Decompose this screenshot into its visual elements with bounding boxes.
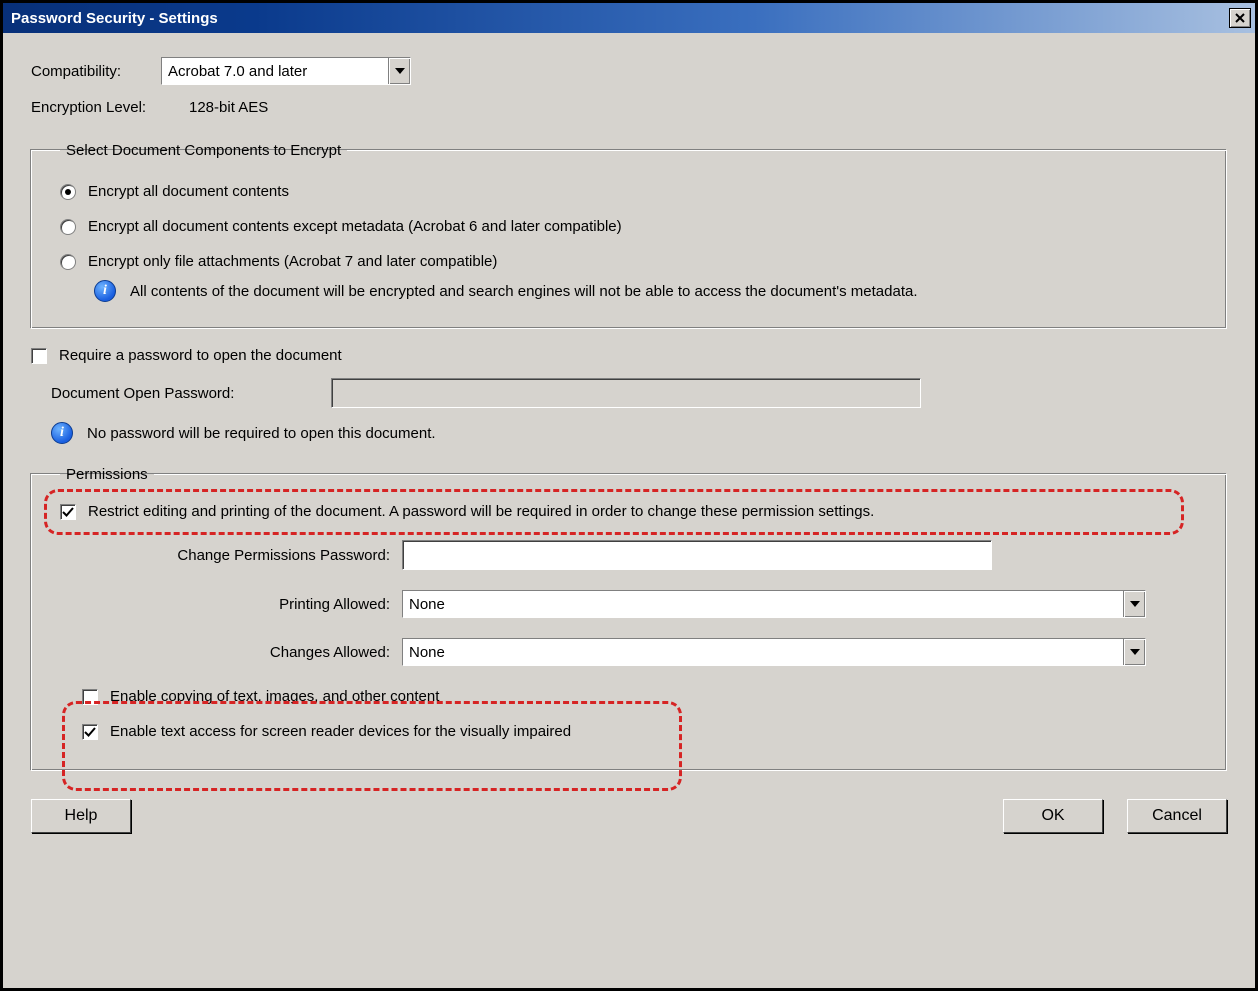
radio-icon — [60, 219, 76, 235]
checkbox-icon — [82, 689, 98, 705]
changes-allowed-row: Changes Allowed: None — [60, 638, 1206, 666]
dropdown-arrow-icon — [1123, 639, 1145, 665]
encrypt-components-group: Select Document Components to Encrypt En… — [31, 142, 1227, 329]
printing-allowed-label: Printing Allowed: — [60, 596, 402, 613]
printing-allowed-row: Printing Allowed: None — [60, 590, 1206, 618]
encrypt-all-radio-row[interactable]: Encrypt all document contents — [60, 183, 1206, 200]
encrypt-components-legend: Select Document Components to Encrypt — [60, 142, 347, 159]
enable-copying-checkbox[interactable]: Enable copying of text, images, and othe… — [82, 688, 1206, 705]
help-button-label: Help — [65, 807, 98, 825]
checkbox-icon — [82, 724, 98, 740]
compatibility-value: Acrobat 7.0 and later — [162, 63, 388, 80]
encrypt-attachments-radio-row[interactable]: Encrypt only file attachments (Acrobat 7… — [60, 253, 1206, 270]
encrypt-info-row: i All contents of the document will be e… — [94, 280, 1206, 302]
radio-icon — [60, 184, 76, 200]
restrict-editing-label: Restrict editing and printing of the doc… — [88, 503, 874, 520]
permissions-legend: Permissions — [60, 466, 154, 483]
changes-allowed-select[interactable]: None — [402, 638, 1146, 666]
compatibility-row: Compatibility: Acrobat 7.0 and later — [31, 57, 1227, 85]
document-open-password-input[interactable] — [331, 378, 921, 408]
change-permissions-password-label: Change Permissions Password: — [60, 547, 402, 564]
open-password-info-text: No password will be required to open thi… — [87, 425, 436, 442]
permissions-group: Permissions Restrict editing and printin… — [31, 466, 1227, 771]
require-open-password-checkbox[interactable]: Require a password to open the document — [31, 347, 1227, 364]
encryption-level-label: Encryption Level: — [31, 99, 189, 116]
cancel-button-label: Cancel — [1152, 807, 1202, 825]
window-title: Password Security - Settings — [11, 10, 218, 27]
encryption-level-row: Encryption Level: 128-bit AES — [31, 99, 1227, 116]
open-password-info-row: i No password will be required to open t… — [51, 422, 1227, 444]
dropdown-arrow-icon — [388, 58, 410, 84]
highlight-enable-options — [62, 701, 682, 791]
enable-screenreader-checkbox[interactable]: Enable text access for screen reader dev… — [82, 723, 1206, 740]
encrypt-info-text: All contents of the document will be enc… — [130, 283, 918, 300]
encryption-level-value: 128-bit AES — [189, 99, 268, 116]
dropdown-arrow-icon — [1123, 591, 1145, 617]
require-open-password-label: Require a password to open the document — [59, 347, 342, 364]
help-button[interactable]: Help — [31, 799, 131, 833]
compatibility-select[interactable]: Acrobat 7.0 and later — [161, 57, 411, 85]
close-icon — [1235, 13, 1245, 23]
changes-allowed-value: None — [403, 644, 1123, 661]
button-bar: Help OK Cancel — [31, 799, 1227, 833]
restrict-editing-checkbox[interactable]: Restrict editing and printing of the doc… — [60, 503, 1206, 520]
ok-button[interactable]: OK — [1003, 799, 1103, 833]
encrypt-attachments-label: Encrypt only file attachments (Acrobat 7… — [88, 253, 497, 270]
titlebar: Password Security - Settings — [3, 3, 1255, 33]
document-open-password-label: Document Open Password: — [51, 385, 331, 402]
close-button[interactable] — [1229, 8, 1251, 28]
info-icon: i — [51, 422, 73, 444]
password-security-settings-dialog: Password Security - Settings Compatibili… — [0, 0, 1258, 991]
checkbox-icon — [60, 504, 76, 520]
checkmark-icon — [62, 506, 74, 518]
cancel-button[interactable]: Cancel — [1127, 799, 1227, 833]
encrypt-except-metadata-radio-row[interactable]: Encrypt all document contents except met… — [60, 218, 1206, 235]
document-open-password-row: Document Open Password: — [51, 378, 1227, 408]
encrypt-all-label: Encrypt all document contents — [88, 183, 289, 200]
ok-button-label: OK — [1041, 807, 1064, 825]
checkmark-icon — [84, 726, 96, 738]
changes-allowed-label: Changes Allowed: — [60, 644, 402, 661]
change-permissions-password-row: Change Permissions Password: — [60, 540, 1206, 570]
printing-allowed-value: None — [403, 596, 1123, 613]
printing-allowed-select[interactable]: None — [402, 590, 1146, 618]
change-permissions-password-input[interactable] — [402, 540, 992, 570]
enable-copying-label: Enable copying of text, images, and othe… — [110, 688, 439, 705]
info-icon: i — [94, 280, 116, 302]
compatibility-label: Compatibility: — [31, 63, 161, 80]
enable-screenreader-label: Enable text access for screen reader dev… — [110, 723, 571, 740]
checkbox-icon — [31, 348, 47, 364]
radio-icon — [60, 254, 76, 270]
encrypt-except-metadata-label: Encrypt all document contents except met… — [88, 218, 622, 235]
